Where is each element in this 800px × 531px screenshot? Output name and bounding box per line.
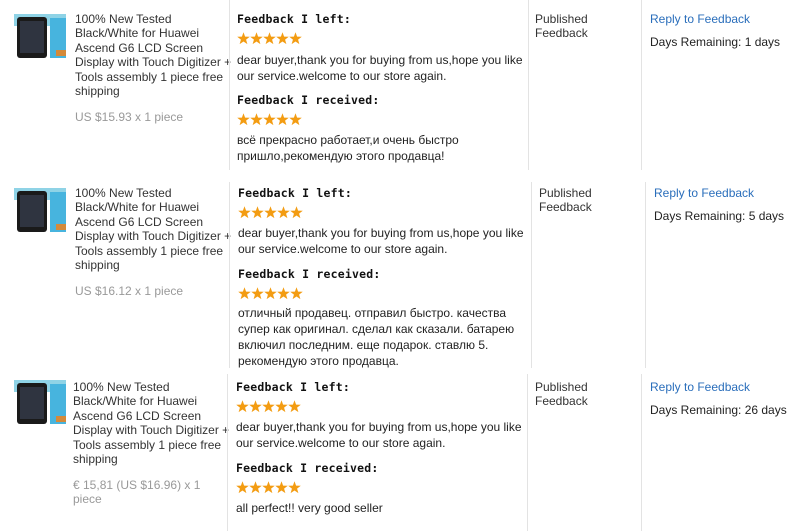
star-icon (236, 481, 249, 494)
feedback-received-stars (237, 113, 303, 126)
star-rating-icon (237, 113, 302, 126)
status-text: Published Feedback (539, 186, 592, 214)
star-rating-icon (238, 287, 303, 300)
product-price: US $15.93 x 1 piece (75, 110, 184, 124)
star-icon (237, 32, 250, 45)
feedback-received-text: all perfect!! very good seller (236, 501, 383, 515)
feedback-left-text: dear buyer,thank you for buying from us,… (236, 420, 522, 450)
star-icon (275, 481, 288, 494)
feedback-received-text: всё прекрасно работает,и очень быстро пр… (237, 133, 459, 163)
feedback-left-label: Feedback I left: (238, 186, 352, 200)
feedback-left-stars (236, 400, 302, 413)
reply-to-feedback-link[interactable]: Reply to Feedback (650, 380, 750, 394)
star-icon (251, 206, 264, 219)
feedback-left-text: dear buyer,thank you for buying from us,… (238, 226, 524, 256)
star-icon (264, 206, 277, 219)
star-icon (238, 206, 251, 219)
product-title[interactable]: 100% New Tested Black/White for Huawei A… (75, 186, 233, 272)
feedback-received-label: Feedback I received: (236, 461, 379, 475)
star-rating-icon (236, 481, 301, 494)
product-price: € 15,81 (US $16.96) x 1 piece (73, 478, 201, 506)
feedback-left-stars (238, 206, 304, 219)
order-row: 100% New Tested Black/White for Huawei A… (0, 0, 800, 170)
feedback-left-label: Feedback I left: (237, 12, 351, 26)
product-title[interactable]: 100% New Tested Black/White for Huawei A… (75, 12, 233, 98)
star-icon (249, 481, 262, 494)
days-remaining: Days Remaining: 26 days (650, 403, 787, 417)
star-icon (275, 400, 288, 413)
star-icon (250, 32, 263, 45)
feedback-received-label: Feedback I received: (238, 267, 381, 281)
product-title[interactable]: 100% New Tested Black/White for Huawei A… (73, 380, 231, 466)
column-divider (229, 0, 230, 170)
star-icon (290, 206, 303, 219)
star-icon (276, 32, 289, 45)
column-divider (641, 0, 642, 170)
feedback-left-stars (237, 32, 303, 45)
star-icon (262, 481, 275, 494)
star-icon (237, 113, 250, 126)
product-thumbnail[interactable] (14, 380, 66, 424)
star-icon (276, 113, 289, 126)
feedback-received-stars (236, 481, 302, 494)
star-rating-icon (238, 206, 303, 219)
column-divider (645, 182, 646, 368)
column-divider (528, 0, 529, 170)
star-icon (290, 287, 303, 300)
star-icon (236, 400, 249, 413)
reply-to-feedback-link[interactable]: Reply to Feedback (654, 186, 754, 200)
days-remaining: Days Remaining: 5 days (654, 209, 785, 223)
star-icon (289, 32, 302, 45)
column-divider (227, 374, 228, 531)
star-icon (288, 400, 301, 413)
star-rating-icon (237, 32, 302, 45)
reply-to-feedback-link[interactable]: Reply to Feedback (650, 12, 750, 26)
feedback-received-label: Feedback I received: (237, 93, 380, 107)
days-remaining: Days Remaining: 1 days (650, 35, 781, 49)
product-thumbnail[interactable] (14, 14, 66, 58)
column-divider (531, 182, 532, 368)
column-divider (229, 182, 230, 368)
star-icon (289, 113, 302, 126)
column-divider (641, 374, 642, 531)
feedback-left-text: dear buyer,thank you for buying from us,… (237, 53, 523, 83)
column-divider (527, 374, 528, 531)
star-icon (277, 287, 290, 300)
feedback-received-stars (238, 287, 304, 300)
star-icon (249, 400, 262, 413)
product-thumbnail[interactable] (14, 188, 66, 232)
status-text: Published Feedback (535, 12, 588, 40)
star-icon (277, 206, 290, 219)
star-rating-icon (236, 400, 301, 413)
status-text: Published Feedback (535, 380, 588, 408)
feedback-left-label: Feedback I left: (236, 380, 350, 394)
order-row: 100% New Tested Black/White for Huawei A… (0, 174, 800, 368)
product-price: US $16.12 x 1 piece (75, 284, 184, 298)
star-icon (288, 481, 301, 494)
star-icon (263, 113, 276, 126)
star-icon (264, 287, 277, 300)
star-icon (262, 400, 275, 413)
order-row: 100% New Tested Black/White for Huawei A… (0, 368, 800, 531)
star-icon (250, 113, 263, 126)
star-icon (251, 287, 264, 300)
star-icon (263, 32, 276, 45)
feedback-received-text: отличный продавец. отправил быстро. каче… (238, 306, 515, 368)
star-icon (238, 287, 251, 300)
